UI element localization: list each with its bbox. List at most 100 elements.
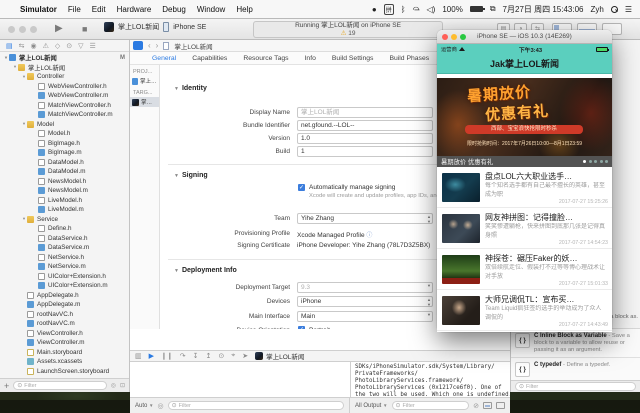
portrait-checkbox[interactable]: ✓ bbox=[298, 326, 305, 329]
file-row[interactable]: ▾ Model bbox=[0, 120, 129, 130]
input-source-icon[interactable]: 拼 bbox=[383, 3, 394, 15]
file-row[interactable]: ▾ Controller bbox=[0, 72, 129, 82]
file-row[interactable]: BigImage.m bbox=[0, 148, 129, 158]
snippet-item[interactable]: { } C typedef - Define a typedef. bbox=[511, 358, 640, 381]
breakpoints-icon[interactable]: ▽ bbox=[78, 42, 83, 50]
issue-count[interactable]: ⚠ 19 bbox=[254, 30, 442, 38]
snippet-item[interactable]: { } C Inline Block as Variable - Save a … bbox=[511, 329, 640, 358]
user-name[interactable]: Zyh bbox=[590, 5, 603, 14]
identity-section-header[interactable]: ▼ Identity bbox=[174, 85, 207, 92]
zoom-button[interactable] bbox=[460, 34, 466, 40]
toggle-variables-pane-icon[interactable] bbox=[483, 402, 492, 409]
variables-filter-field[interactable]: ⊙ Filter bbox=[167, 401, 344, 410]
menu-item[interactable]: Debug bbox=[162, 5, 186, 14]
file-row[interactable]: AppDelegate.m bbox=[0, 300, 129, 310]
menu-clock[interactable]: 7月27日 周四 15:43:06 bbox=[503, 4, 584, 15]
file-row[interactable]: NewsModel.h bbox=[0, 177, 129, 187]
file-row[interactable]: MatchViewController.h bbox=[0, 101, 129, 111]
volume-icon[interactable]: ◁) bbox=[427, 5, 436, 14]
back-button[interactable]: ‹ bbox=[148, 41, 151, 50]
bluetooth-icon[interactable]: ᛒ bbox=[401, 5, 406, 14]
tests-icon[interactable]: ◇ bbox=[55, 42, 60, 50]
view-debugger-icon[interactable]: ⊙ bbox=[218, 352, 224, 360]
menu-item[interactable]: Window bbox=[197, 5, 225, 14]
close-button[interactable] bbox=[442, 34, 448, 40]
console-filter-field[interactable]: ⊙ Filter bbox=[391, 401, 470, 410]
debug-panes-icon[interactable]: ▥ bbox=[135, 352, 142, 360]
jump-bar-item[interactable]: 掌上LOL新闻 bbox=[174, 41, 212, 51]
recent-files-icon[interactable]: ◎ bbox=[111, 382, 116, 389]
file-row[interactable]: NetService.h bbox=[0, 253, 129, 263]
deployment-target-combo[interactable]: 9.3 ▼ bbox=[297, 282, 433, 293]
file-row[interactable]: UIColor+Extension.m bbox=[0, 281, 129, 291]
news-item[interactable]: 盘点LOL六大职业选手… 每个知名选手都有自己最不擅长的英雄，甚至成为职 201… bbox=[437, 167, 612, 208]
bundle-id-field[interactable]: net.gfound.--LOL-- bbox=[297, 120, 433, 131]
file-row[interactable]: Model.h bbox=[0, 129, 129, 139]
zoom-button[interactable] bbox=[30, 26, 37, 33]
scheme-app-name[interactable]: 掌上LOL新闻 bbox=[118, 22, 159, 32]
show-only-icon[interactable]: ◎ bbox=[157, 402, 163, 410]
continue-icon[interactable]: ▶ bbox=[149, 352, 154, 360]
promo-banner[interactable]: 暑期放价 优惠有礼 西部、宝宝浪快抢限时秒杀 限时抢购时间：2017年7月26日… bbox=[437, 78, 612, 156]
news-item[interactable]: 大师兄调侃TL：宣布买… Team Liquid疯狂签约选手的举动成为了众人调侃… bbox=[437, 290, 612, 331]
settings-tab[interactable]: Info bbox=[305, 55, 316, 62]
close-button[interactable] bbox=[8, 26, 15, 33]
issues-icon[interactable]: ⚠ bbox=[43, 42, 49, 50]
auto-signing-checkbox[interactable]: ✓ bbox=[298, 184, 305, 191]
file-row[interactable]: DataModel.m bbox=[0, 167, 129, 177]
run-button[interactable]: ▶ bbox=[55, 23, 63, 34]
navigator-filter-field[interactable]: ⊙ Filter bbox=[13, 381, 107, 390]
display-name-field[interactable]: 掌上LOL新闻 bbox=[297, 107, 433, 118]
news-item[interactable]: 网友神拼图：记得撞脸… 笑笑惨遭躺枪，快来拼图到底那几张是记得真身照 2017-… bbox=[437, 208, 612, 249]
scheme-selector[interactable]: 掌上LOL新闻 iPhone SE bbox=[104, 22, 206, 32]
project-item[interactable]: 掌上LOL新闻 bbox=[130, 76, 159, 86]
notification-center-icon[interactable]: ☰ bbox=[625, 5, 632, 14]
settings-tab[interactable]: Resource Tags bbox=[243, 55, 288, 62]
file-row[interactable]: MatchViewController.m bbox=[0, 110, 129, 120]
search-icon[interactable]: ◉ bbox=[31, 42, 37, 50]
settings-tab[interactable]: Build Settings bbox=[332, 55, 374, 62]
file-row[interactable]: WebViewController.h bbox=[0, 82, 129, 92]
forward-button[interactable]: › bbox=[156, 41, 159, 50]
siri-icon[interactable]: ● bbox=[372, 5, 377, 14]
file-row[interactable]: BigImage.h bbox=[0, 139, 129, 149]
file-row[interactable]: DataModel.h bbox=[0, 158, 129, 168]
battery-icon[interactable] bbox=[469, 6, 485, 12]
file-row[interactable]: LiveModel.m bbox=[0, 205, 129, 215]
file-row[interactable]: ViewController.m bbox=[0, 338, 129, 348]
snippet-filter-field[interactable]: ⊙ Filter bbox=[515, 382, 636, 391]
file-row[interactable]: Main.storyboard bbox=[0, 348, 129, 358]
simulator-title-bar[interactable]: iPhone SE — iOS 10.3 (14E269) bbox=[437, 30, 612, 44]
wifi-icon[interactable]: ◠̶ bbox=[413, 5, 420, 14]
file-row[interactable]: NewsModel.m bbox=[0, 186, 129, 196]
pause-icon[interactable]: ❙❙ bbox=[161, 352, 173, 360]
menu-item[interactable]: Help bbox=[236, 5, 252, 14]
menu-item[interactable]: File bbox=[68, 5, 81, 14]
file-row[interactable]: ▾ 掌上LOL新闻 bbox=[0, 63, 129, 73]
file-row[interactable]: ViewController.h bbox=[0, 329, 129, 339]
settings-tab[interactable]: Build Phases bbox=[389, 55, 429, 62]
add-file-button[interactable]: + bbox=[4, 381, 9, 391]
related-items-icon[interactable] bbox=[133, 41, 143, 50]
reports-icon[interactable]: ☰ bbox=[90, 42, 96, 50]
file-row[interactable]: ▾ Service bbox=[0, 215, 129, 225]
console-scope-dropdown[interactable]: All Output ▼ bbox=[355, 403, 388, 409]
location-icon[interactable]: ➤ bbox=[242, 352, 248, 360]
debug-process[interactable]: 掌上LOL新闻 bbox=[255, 351, 304, 361]
stop-button[interactable]: ■ bbox=[82, 24, 87, 34]
info-icon[interactable]: ⓘ bbox=[366, 233, 372, 239]
file-row[interactable]: DataService.h bbox=[0, 234, 129, 244]
step-into-icon[interactable]: ↧ bbox=[193, 352, 199, 360]
menu-item[interactable]: Hardware bbox=[117, 5, 152, 14]
file-row[interactable]: DataService.m bbox=[0, 243, 129, 253]
display-icon[interactable]: ⧉ bbox=[490, 4, 496, 14]
scm-filter-icon[interactable]: ⊡ bbox=[120, 382, 125, 389]
file-row[interactable]: LaunchScreen.storyboard bbox=[0, 367, 129, 377]
team-dropdown[interactable]: Yihe Zhang ▲ ▼ bbox=[297, 213, 433, 224]
variables-view[interactable] bbox=[130, 362, 350, 397]
source-control-icon[interactable]: ⇆ bbox=[19, 42, 25, 50]
menu-item[interactable]: Edit bbox=[92, 5, 106, 14]
spotlight-icon[interactable] bbox=[610, 5, 618, 13]
settings-tab[interactable]: Capabilities bbox=[192, 55, 227, 62]
settings-tab[interactable]: General bbox=[152, 55, 176, 62]
